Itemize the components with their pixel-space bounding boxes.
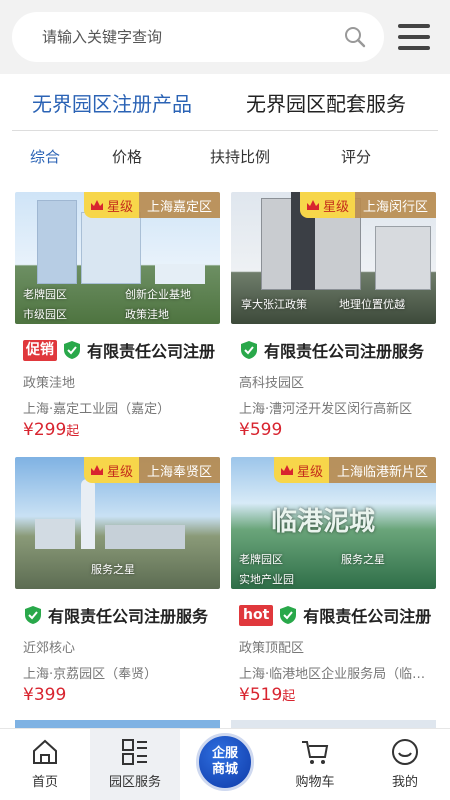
image-label: 市级园区 [23, 308, 67, 321]
mall-center-button[interactable]: 企服 商城 [196, 733, 254, 791]
card-category: 政策顶配区 [239, 641, 305, 656]
card-price: ¥399 [23, 685, 67, 705]
region-tag: 上海临港新片区 [328, 457, 436, 483]
hot-badge: hot [239, 604, 274, 626]
card-price: ¥519起 [239, 685, 296, 705]
card-price: ¥299起 [23, 420, 80, 440]
bottom-nav: 首页 园区服务 企服 商城 购物车 我的 [0, 728, 450, 800]
star-tag: 星级 [299, 192, 355, 218]
product-card[interactable]: 临港泥城 星级 上海临港新片区 老牌园区 服务之星 实地产业园 hot 有限责任… [231, 457, 436, 707]
nav-cart[interactable]: 购物车 [270, 729, 360, 800]
image-label: 老牌园区 [239, 553, 283, 566]
grid-list-icon [122, 739, 147, 765]
product-card[interactable]: 星级 上海奉贤区 服务之星 有限责任公司注册服务 近郊核心 上海·京荔园区（奉贤… [15, 457, 220, 707]
park-photo: 星级 上海嘉定区 老牌园区 创新企业基地 市级园区 政策洼地 [15, 192, 220, 324]
card-title: 有限责任公司注册 [303, 607, 432, 626]
sort-tab-support-ratio[interactable]: 扶持比例 [210, 146, 270, 167]
menu-icon[interactable] [392, 14, 436, 60]
image-label: 地理位置优越 [339, 298, 405, 311]
image-label: 老牌园区 [23, 288, 67, 301]
sort-tab-overall[interactable]: 综合 [30, 146, 60, 167]
tab-registration-products[interactable]: 无界园区注册产品 [32, 88, 192, 117]
image-label: 创新企业基地 [125, 288, 191, 301]
home-icon [33, 739, 57, 764]
card-price: ¥599 [239, 420, 283, 440]
verified-shield-icon [280, 606, 297, 624]
card-title-row: 有限责任公司注册服务 [23, 603, 223, 627]
nav-park-services[interactable]: 园区服务 [90, 729, 180, 800]
product-card[interactable]: 星级 上海闵行区 享大张江政策 地理位置优越 有限责任公司注册服务 高科技园区 … [231, 192, 436, 442]
image-label: 服务之星 [341, 553, 385, 566]
image-label: 实地产业园 [239, 573, 294, 586]
image-banner: 临港泥城 [271, 507, 376, 537]
main-tabs: 无界园区注册产品 无界园区配套服务 [0, 74, 450, 130]
nav-home[interactable]: 首页 [0, 729, 90, 800]
region-tag: 上海嘉定区 [138, 192, 220, 218]
tab-supporting-services[interactable]: 无界园区配套服务 [246, 88, 406, 117]
divider [12, 130, 438, 131]
search-input[interactable] [42, 12, 332, 62]
promo-badge: 促销 [23, 339, 57, 361]
region-tag: 上海奉贤区 [138, 457, 220, 483]
image-label: 政策洼地 [125, 308, 169, 321]
crown-icon [90, 200, 103, 210]
search-icon[interactable] [343, 25, 367, 49]
card-category: 近郊核心 [23, 641, 76, 656]
verified-shield-icon [241, 341, 257, 359]
card-category: 高科技园区 [239, 376, 305, 391]
sort-tab-price[interactable]: 价格 [112, 146, 142, 167]
verified-shield-icon [64, 341, 80, 359]
search-box[interactable] [12, 12, 384, 62]
star-tag: 星级 [83, 192, 139, 218]
region-tag: 上海闵行区 [354, 192, 436, 218]
verified-shield-icon [25, 606, 41, 624]
card-title: 有限责任公司注册 [87, 342, 216, 361]
cart-icon [302, 741, 329, 764]
image-label: 服务之星 [91, 563, 135, 576]
crown-icon [306, 200, 319, 210]
search-header [0, 0, 450, 74]
card-title-row: 促销 有限责任公司注册 [23, 338, 223, 362]
card-location: 上海·京荔园区（奉贤） [23, 667, 158, 682]
crown-icon [280, 465, 293, 475]
card-location: 上海·嘉定工业园（嘉定） [23, 402, 171, 417]
card-category: 政策洼地 [23, 376, 76, 391]
sort-tab-rating[interactable]: 评分 [341, 146, 371, 167]
crown-icon [90, 465, 103, 475]
park-photo: 星级 上海闵行区 享大张江政策 地理位置优越 [231, 192, 436, 324]
image-label: 享大张江政策 [241, 298, 307, 311]
card-location: 上海·漕河泾开发区闵行高新区 [239, 402, 413, 417]
card-title-row: hot 有限责任公司注册 [239, 603, 439, 627]
card-title: 有限责任公司注册服务 [264, 342, 425, 361]
profile-icon [392, 739, 418, 765]
star-tag: 星级 [83, 457, 139, 483]
park-photo: 临港泥城 星级 上海临港新片区 老牌园区 服务之星 实地产业园 [231, 457, 436, 589]
product-card[interactable]: 星级 上海嘉定区 老牌园区 创新企业基地 市级园区 政策洼地 促销 有限责任公司… [15, 192, 220, 442]
park-photo: 星级 上海奉贤区 服务之星 [15, 457, 220, 589]
card-location: 上海·临港地区企业服务局（临港） [239, 667, 429, 682]
card-title-row: 有限责任公司注册服务 [239, 338, 439, 362]
nav-profile[interactable]: 我的 [360, 729, 450, 800]
card-title: 有限责任公司注册服务 [48, 607, 209, 626]
star-tag: 星级 [273, 457, 329, 483]
